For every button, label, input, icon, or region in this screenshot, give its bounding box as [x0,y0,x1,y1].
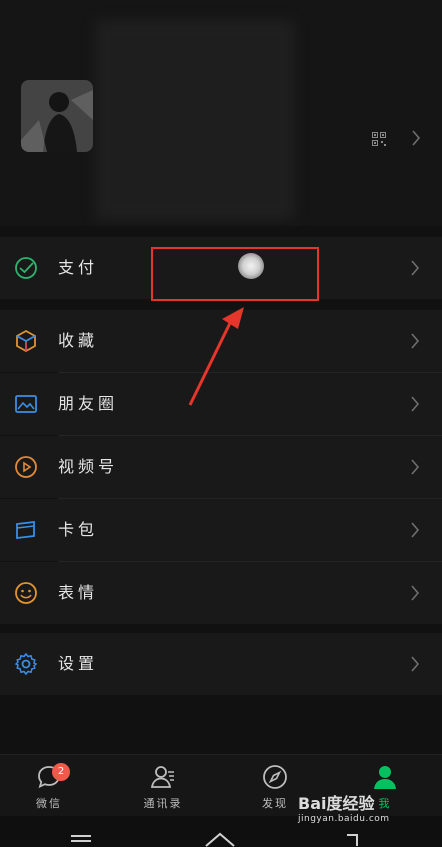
card-wallet-icon [16,520,35,540]
tab-contacts[interactable]: 通讯录 [108,755,218,817]
menu-label-settings: 设置 [58,654,99,673]
arrow-annotation-icon [188,307,244,406]
menu-label-cards: 卡包 [58,520,99,539]
tab-label-contacts: 通讯录 [143,797,183,810]
menu-item-channels[interactable]: 视频号 [0,436,442,498]
play-circle-icon [15,456,37,478]
gear-icon [14,652,38,676]
menu-label-favorites: 收藏 [58,331,99,350]
touch-indicator [238,253,264,279]
menu-item-stickers[interactable]: 表情 [0,562,442,624]
back-icon[interactable] [344,834,360,847]
chevron-right-icon [411,260,420,276]
chevron-right-icon [411,459,420,475]
home-icon[interactable] [204,832,236,847]
menu-icon[interactable] [70,834,92,846]
watermark-logo: Bai度经验 [298,794,375,813]
chevron-right-icon [411,522,420,538]
blurred-profile-info [95,20,295,220]
picture-icon [15,395,37,413]
cube-icon [16,329,36,353]
smile-icon [15,582,37,604]
menu-label-stickers: 表情 [58,583,99,602]
baidu-jingyan-watermark: Bai度经验 jingyan.baidu.com [298,790,418,832]
chevron-right-icon [411,333,420,349]
chevron-right-icon [411,585,420,601]
person-icon [374,766,396,789]
watermark-url: jingyan.baidu.com [298,814,390,824]
contacts-icon [150,766,174,788]
compass-icon [263,765,287,789]
tab-label-chats: 微信 [36,797,62,810]
menu-label-moments: 朋友圈 [58,394,119,413]
avatar-image [21,80,93,152]
avatar[interactable] [21,80,93,152]
pay-icon [15,257,37,279]
menu-label-pay: 支付 [58,258,99,277]
menu-item-settings[interactable]: 设置 [0,633,442,695]
chevron-right-icon [411,656,420,672]
profile-header[interactable] [0,0,442,226]
chevron-right-icon [411,396,420,412]
menu-item-cards[interactable]: 卡包 [0,499,442,561]
tab-chats[interactable]: 2 微信 [0,755,104,817]
chevron-right-icon [412,130,421,146]
unread-badge: 2 [52,763,70,781]
highlight-box [151,247,319,301]
menu-label-channels: 视频号 [58,457,119,476]
qr-code-icon[interactable] [372,132,386,146]
